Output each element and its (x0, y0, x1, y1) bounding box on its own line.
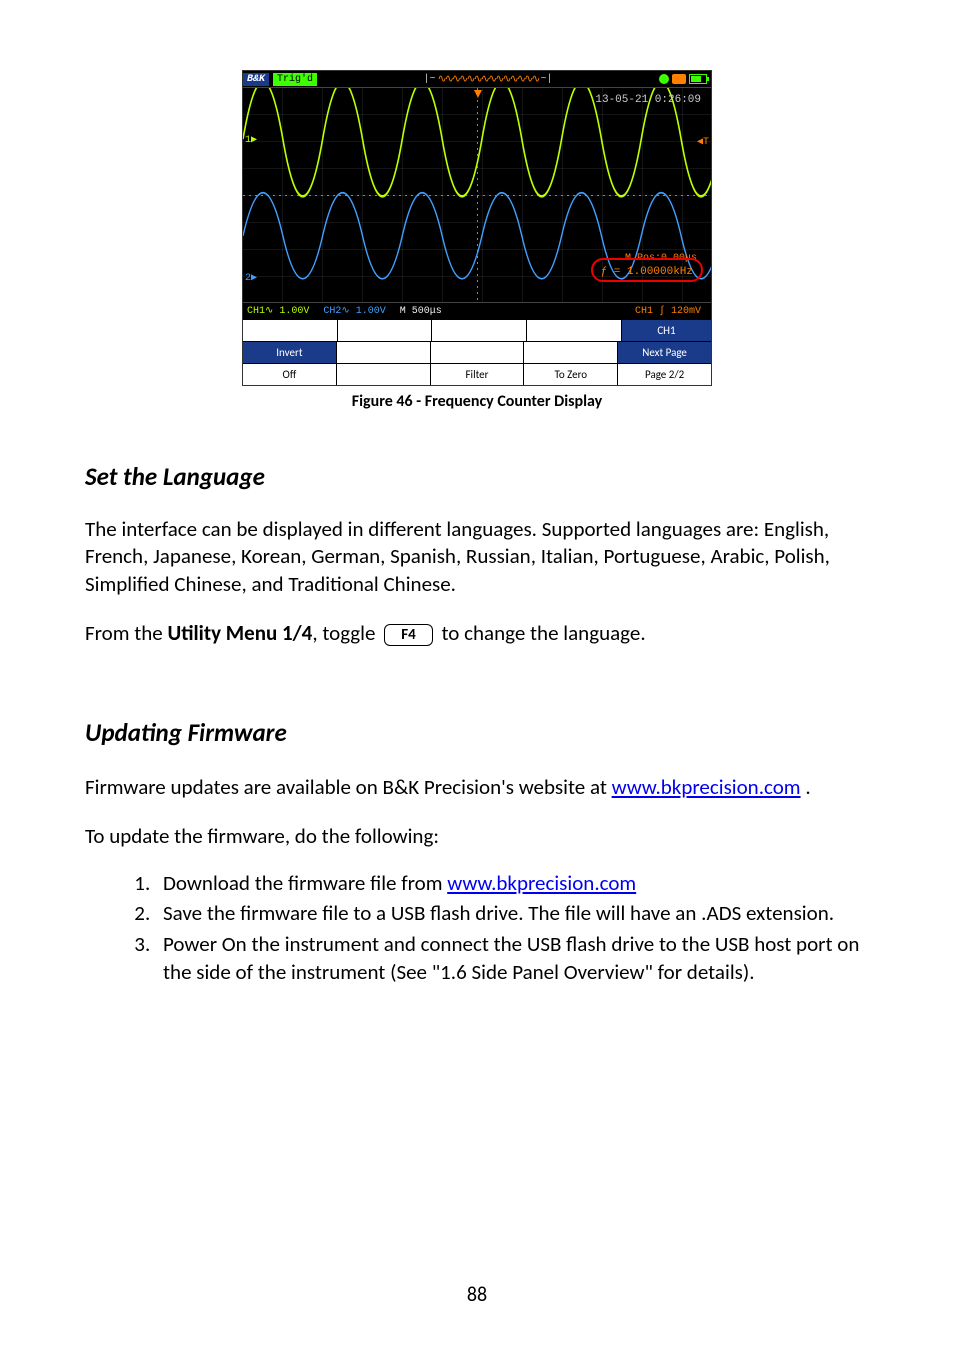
softkey-invert-label: Invert (243, 342, 336, 363)
top-waveform-icon: |~∿∿∿∿∿∿∿∿∿∿∿∿∿∿~| (317, 72, 659, 86)
firmware-steps-intro: To update the firmware, do the following… (85, 821, 869, 851)
figure-46: B&K Trig'd |~∿∿∿∿∿∿∿∿∿∿∿∿∿∿~| 1▶ 2▶ ◀T 1… (85, 70, 869, 411)
frequency-value: ƒ = 1.00000kHz (601, 266, 693, 278)
scope-top-bar: B&K Trig'd |~∿∿∿∿∿∿∿∿∿∿∿∿∿∿~| (243, 71, 711, 87)
step-2: Save the firmware file to a USB flash dr… (155, 899, 869, 927)
softkey-filter: Filter (430, 364, 524, 385)
blank-cell (523, 342, 617, 363)
text-pre: From the (85, 620, 168, 646)
language-paragraph: The interface can be displayed in differ… (85, 516, 869, 598)
text: Firmware updates are available on B&K Pr… (85, 774, 612, 800)
heading-updating-firmware: Updating Firmware (85, 717, 869, 748)
timebase-label: M 500μs (400, 306, 442, 317)
utility-menu-bold: Utility Menu 1/4 (168, 620, 313, 646)
battery-icon (689, 74, 707, 84)
ch1-tag: CH1 (621, 320, 711, 341)
trigger-marker: ◀T (697, 136, 709, 148)
ch2-marker: 2▶ (245, 272, 257, 284)
ch2-scale: CH2∿ 1.00V (323, 305, 385, 317)
step-1: Download the firmware file from www.bkpr… (155, 869, 869, 897)
blank-cell (243, 320, 337, 341)
trigger-source: CH1 ∫ 120mV (635, 306, 707, 317)
softkey-page: Page 2/2 (617, 364, 711, 385)
bkprecision-link[interactable]: www.bkprecision.com (612, 774, 801, 800)
usb-icon (672, 74, 686, 84)
figure-caption: Figure 46 - Frequency Counter Display (85, 392, 869, 411)
run-icon (659, 74, 669, 84)
blank-cell (526, 320, 621, 341)
blank-cell (336, 364, 430, 385)
text-post: to change the language. (437, 620, 646, 646)
frequency-highlight: ƒ = 1.00000kHz (591, 258, 703, 282)
waveform-grid: 1▶ 2▶ ◀T 13-05-21 0:26:09 M Pos:0.00μs ƒ… (243, 87, 711, 303)
ch1-marker: 1▶ (245, 134, 257, 146)
language-instruction: From the Utility Menu 1/4, toggle F4 to … (85, 620, 869, 647)
text: . (801, 774, 811, 800)
heading-set-language: Set the Language (85, 461, 869, 492)
trigger-status: Trig'd (273, 73, 317, 86)
oscilloscope-screenshot: B&K Trig'd |~∿∿∿∿∿∿∿∿∿∿∿∿∿∿~| 1▶ 2▶ ◀T 1… (242, 70, 712, 386)
status-icons (659, 74, 711, 84)
scope-status-bar: CH1∿ 1.00V CH2∿ 1.00V M 500μs CH1 ∫ 120m… (243, 303, 711, 319)
blank-cell (430, 342, 524, 363)
softkey-nextpage-label: Next Page (617, 342, 711, 363)
blank-cell (431, 320, 526, 341)
blank-cell (337, 320, 432, 341)
bkprecision-link[interactable]: www.bkprecision.com (447, 870, 636, 896)
softkey-invert-value: Off (243, 364, 336, 385)
text-mid: , toggle (312, 620, 380, 646)
softkey-menu: CH1 Invert Next Page Off Filter To Zero … (243, 319, 711, 385)
brand-label: B&K (243, 73, 269, 86)
softkey-tozero: To Zero (523, 364, 617, 385)
datetime-label: 13-05-21 0:26:09 (595, 94, 701, 106)
step-3: Power On the instrument and connect the … (155, 930, 869, 987)
blank-cell (336, 342, 430, 363)
page-number: 88 (0, 1283, 954, 1307)
firmware-steps-list: Download the firmware file from www.bkpr… (85, 869, 869, 986)
f4-key-icon: F4 (384, 624, 433, 646)
text: Download the firmware file from (163, 870, 447, 896)
firmware-intro: Firmware updates are available on B&K Pr… (85, 772, 869, 802)
ch1-scale: CH1∿ 1.00V (247, 305, 309, 317)
